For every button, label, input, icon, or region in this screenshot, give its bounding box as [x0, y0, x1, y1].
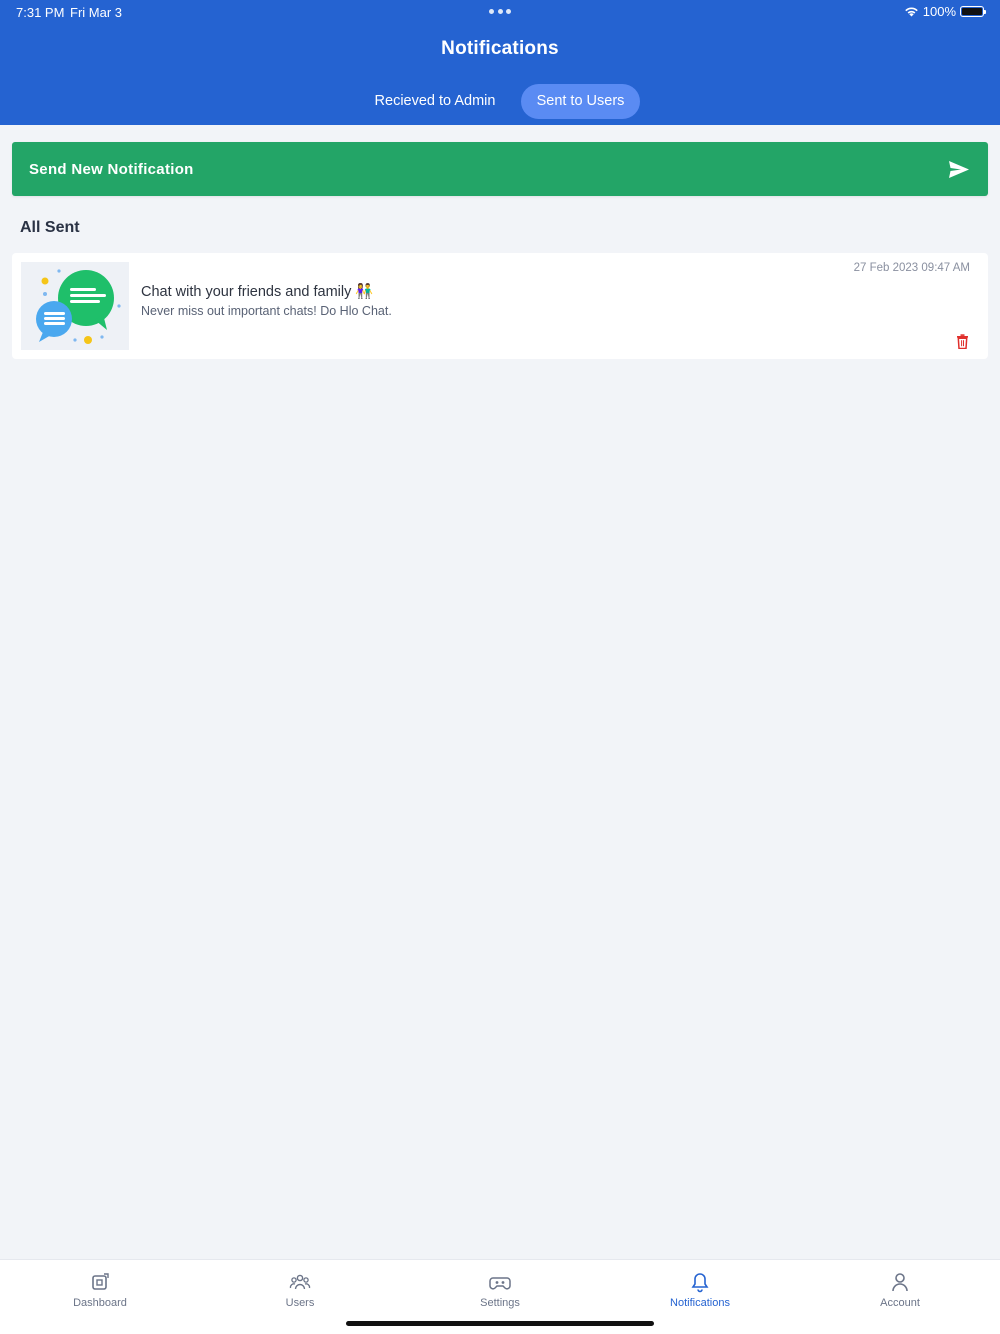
status-time: 7:31 PM — [16, 5, 65, 20]
nav-label-users: Users — [285, 1297, 315, 1309]
notification-card[interactable]: Chat with your friends and family 👫 Neve… — [12, 253, 988, 359]
chat-bubbles-illustration — [21, 262, 129, 350]
send-new-notification-button[interactable]: Send New Notification — [12, 142, 988, 196]
nav-item-users[interactable]: Users — [200, 1260, 400, 1320]
notification-tabs: Recieved to Admin Sent to Users — [0, 84, 1000, 119]
tab-received-to-admin[interactable]: Recieved to Admin — [362, 84, 508, 119]
nav-label-account: Account — [880, 1297, 920, 1309]
send-icon — [949, 160, 969, 178]
wifi-icon — [904, 7, 918, 17]
nav-label-dashboard: Dashboard — [73, 1297, 127, 1309]
app-header: 7:31 PM Fri Mar 3 100% Notifications Rec… — [0, 0, 1000, 125]
section-title: All Sent — [20, 219, 80, 236]
notification-title: Chat with your friends and family 👫 — [141, 284, 374, 300]
users-icon — [289, 1274, 311, 1290]
send-button-label: Send New Notification — [29, 160, 194, 178]
nav-item-notifications[interactable]: Notifications — [600, 1260, 800, 1320]
bell-icon — [691, 1273, 709, 1293]
notification-timestamp: 27 Feb 2023 09:47 AM — [854, 262, 970, 274]
nav-item-account[interactable]: Account — [800, 1260, 1000, 1320]
notification-subtitle: Never miss out important chats! Do Hlo C… — [141, 304, 392, 318]
status-indicators: 100% — [904, 4, 986, 19]
multitasking-dots-icon[interactable] — [489, 9, 511, 15]
notification-time: 09:47 AM — [921, 262, 970, 274]
user-icon — [892, 1273, 908, 1292]
notification-date: 27 Feb 2023 — [853, 262, 919, 274]
battery-icon — [960, 6, 986, 17]
battery-percent: 100% — [922, 4, 956, 19]
nav-item-dashboard[interactable]: Dashboard — [0, 1260, 200, 1320]
status-date: Fri Mar 3 — [70, 5, 122, 20]
home-indicator[interactable] — [346, 1321, 654, 1326]
nav-item-settings[interactable]: Settings — [400, 1260, 600, 1320]
dashboard-icon — [92, 1273, 109, 1290]
nav-label-settings: Settings — [480, 1297, 520, 1309]
status-bar: 7:31 PM Fri Mar 3 100% — [0, 0, 1000, 24]
trash-icon[interactable] — [956, 334, 969, 349]
gamepad-icon — [489, 1277, 511, 1290]
tab-sent-to-users[interactable]: Sent to Users — [521, 84, 640, 119]
nav-label-notifications: Notifications — [670, 1297, 730, 1309]
page-title: Notifications — [441, 38, 559, 59]
